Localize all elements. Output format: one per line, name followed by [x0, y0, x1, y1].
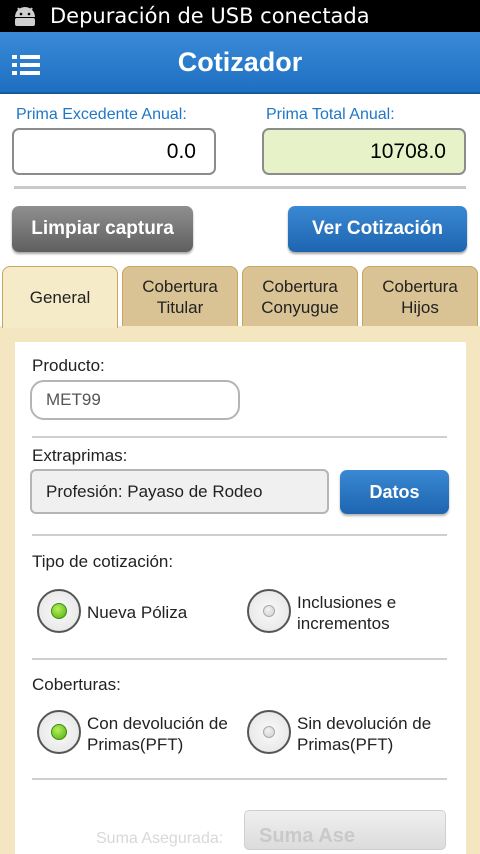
radio-nueva-poliza-label: Nueva Póliza [87, 603, 188, 622]
prima-total-field[interactable]: 10708.0 [262, 128, 466, 175]
radio-checked-dot [51, 603, 67, 619]
suma-asegurada-button[interactable]: Suma Ase [244, 810, 446, 850]
prima-total-label: Prima Total Anual: [266, 106, 395, 123]
suma-asegurada-label: Suma Asegurada: [96, 830, 224, 847]
action-bar: Cotizador [0, 32, 480, 94]
radio-sin-devolucion-label: Sin devolución de Primas(PFT) [297, 714, 432, 754]
radio-unchecked-dot [263, 726, 275, 738]
separator [32, 534, 447, 536]
extraprimas-label: Extraprimas: [32, 446, 128, 465]
android-icon [15, 7, 35, 26]
radio-con-devolucion-label: Con devolución de Primas(PFT) [87, 714, 228, 754]
radio-sin-devolucion[interactable] [247, 710, 291, 754]
tab-general[interactable]: General [2, 266, 118, 328]
radio-unchecked-dot [263, 605, 275, 617]
producto-field[interactable]: MET99 [30, 380, 240, 420]
extraprimas-field[interactable]: Profesión: Payaso de Rodeo [30, 469, 329, 514]
divider [14, 186, 466, 189]
separator [32, 436, 447, 438]
tab-cobertura-conyugue[interactable]: Cobertura Conyugue [242, 266, 358, 326]
datos-button[interactable]: Datos [340, 470, 449, 514]
coberturas-label: Coberturas: [32, 675, 121, 694]
producto-label: Producto: [32, 356, 105, 375]
tab-cobertura-titular[interactable]: Cobertura Titular [122, 266, 238, 326]
clear-capture-button[interactable]: Limpiar captura [12, 206, 193, 252]
status-bar: Depuración de USB conectada [0, 0, 480, 32]
prima-excedente-label: Prima Excedente Anual: [16, 106, 187, 123]
page-title: Cotizador [177, 46, 303, 77]
radio-con-devolucion[interactable] [37, 710, 81, 754]
tab-cobertura-hijos[interactable]: Cobertura Hijos [362, 266, 478, 326]
separator [32, 658, 447, 660]
radio-inclusiones[interactable] [247, 589, 291, 633]
list-menu-icon[interactable] [12, 54, 40, 76]
radio-nueva-poliza[interactable] [37, 589, 81, 633]
status-text: Depuración de USB conectada [50, 4, 370, 28]
radio-checked-dot [51, 724, 67, 740]
tipo-cotizacion-label: Tipo de cotización: [32, 552, 174, 571]
prima-excedente-field[interactable]: 0.0 [12, 128, 216, 175]
separator [32, 778, 447, 780]
view-quote-button[interactable]: Ver Cotización [288, 206, 467, 252]
radio-inclusiones-label: Inclusiones e incrementos [297, 593, 397, 633]
